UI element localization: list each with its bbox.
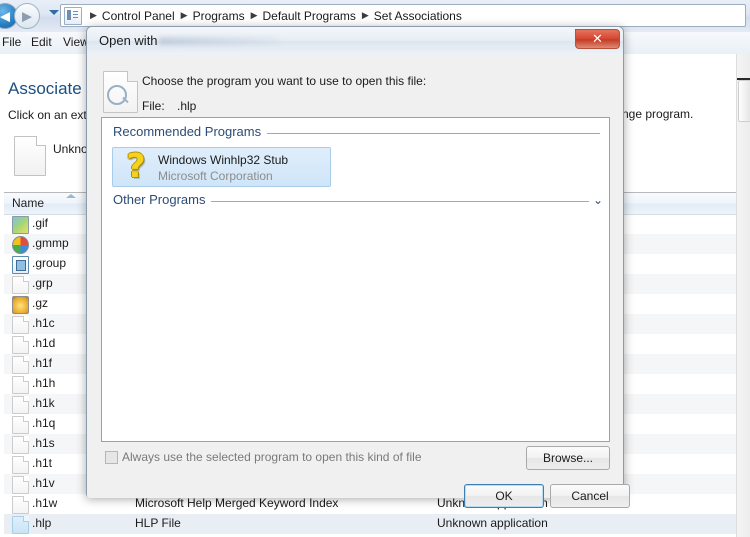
ok-button[interactable]: OK xyxy=(464,484,544,508)
menu-item-view[interactable]: View xyxy=(63,35,89,49)
control-panel-icon xyxy=(64,6,82,25)
dialog-body: Choose the program you want to use to op… xyxy=(87,55,630,508)
cell-name: .h1c xyxy=(32,316,55,330)
back-arrow-icon: ◀ xyxy=(0,8,10,24)
question-mark-help-icon: ? xyxy=(120,146,152,185)
cell-name: .h1k xyxy=(32,396,55,410)
close-icon: ✕ xyxy=(592,31,603,47)
question-mark-glyph: ? xyxy=(126,146,146,185)
generic-file-icon xyxy=(12,456,29,474)
generic-file-icon xyxy=(12,436,29,454)
breadcrumb-separator: ▶ xyxy=(180,10,188,20)
cell-name: .h1d xyxy=(32,336,56,350)
dialog-title-bar[interactable]: Open with ✕ xyxy=(87,27,623,55)
cancel-button[interactable]: Cancel xyxy=(550,484,630,508)
group-window-icon xyxy=(12,256,29,274)
breadcrumb-separator: ▶ xyxy=(361,10,369,20)
page-title: Associate a xyxy=(8,79,96,98)
generic-file-icon xyxy=(12,376,29,394)
generic-file-icon xyxy=(12,276,29,294)
screen: ◀ ▶ ▶ Control Panel ▶ Programs ▶ Default… xyxy=(0,0,750,537)
breadcrumb-item-programs[interactable]: Programs xyxy=(193,9,245,23)
cell-name: .gmmp xyxy=(32,236,69,250)
page-subtitle: Click on an exte xyxy=(8,108,94,122)
breadcrumb-item-control-panel[interactable]: Control Panel xyxy=(102,9,175,23)
group-header-recommended-programs: Recommended Programs xyxy=(102,122,609,144)
title-bar-glare xyxy=(159,37,279,45)
change-program-text: nge program. xyxy=(622,107,694,121)
generic-file-icon xyxy=(12,356,29,374)
breadcrumb-item-default-programs[interactable]: Default Programs xyxy=(263,9,356,23)
file-label: File: xyxy=(142,99,165,113)
gif-image-icon xyxy=(12,216,29,234)
vertical-scrollbar[interactable] xyxy=(736,54,750,537)
always-use-checkbox[interactable] xyxy=(105,451,118,464)
always-use-label: Always use the selected program to open … xyxy=(122,450,422,464)
cell-name: .h1q xyxy=(32,416,56,430)
cell-description: Microsoft Help Merged Keyword Index xyxy=(135,496,339,510)
group-label-recommended: Recommended Programs xyxy=(113,124,268,139)
magnifier-glyph xyxy=(107,85,127,105)
gmmp-color-icon xyxy=(12,236,29,254)
menu-item-file[interactable]: File xyxy=(2,35,21,49)
cell-current-default: Unknown application xyxy=(437,516,548,530)
forward-arrow-icon: ▶ xyxy=(22,8,32,24)
cell-name: .h1v xyxy=(32,476,55,490)
cell-name: .group xyxy=(32,256,67,270)
sort-ascending-icon xyxy=(66,194,76,198)
open-with-dialog: Open with ✕ Choose the program you want … xyxy=(86,26,630,508)
hlp-file-icon xyxy=(12,516,29,534)
table-row[interactable]: .hlp HLP File Unknown application xyxy=(4,514,740,534)
group-label-other: Other Programs xyxy=(113,192,212,207)
breadcrumb[interactable]: ▶ Control Panel ▶ Programs ▶ Default Pro… xyxy=(60,4,746,27)
program-name: Windows Winhlp32 Stub xyxy=(158,153,289,167)
cell-name: .gz xyxy=(32,296,49,310)
browse-button[interactable]: Browse... xyxy=(526,446,610,470)
breadcrumb-separator: ▶ xyxy=(90,10,97,20)
scrollbar-thumb[interactable] xyxy=(738,80,750,122)
cell-description: HLP File xyxy=(135,516,181,530)
cell-name: .gif xyxy=(32,216,49,230)
program-publisher: Microsoft Corporation xyxy=(158,169,273,183)
generic-file-icon xyxy=(12,476,29,494)
menu-item-edit[interactable]: Edit xyxy=(31,35,52,49)
generic-file-icon xyxy=(12,336,29,354)
dialog-title: Open with xyxy=(99,33,158,48)
find-file-magnifier-icon xyxy=(103,71,138,113)
generic-file-icon xyxy=(12,496,29,514)
forward-button[interactable]: ▶ xyxy=(14,3,40,29)
cell-name: .grp xyxy=(32,276,53,290)
navigation-buttons: ◀ ▶ xyxy=(0,3,58,29)
cell-name: .h1f xyxy=(32,356,53,370)
generic-file-icon xyxy=(12,396,29,414)
archive-icon xyxy=(12,296,29,314)
column-header-name[interactable]: Name xyxy=(12,196,44,210)
cell-name: .h1t xyxy=(32,456,53,470)
cell-name: .h1h xyxy=(32,376,56,390)
file-extension-value: .hlp xyxy=(177,99,197,113)
breadcrumb-separator: ▶ xyxy=(250,10,258,20)
chevron-down-icon[interactable]: ⌄ xyxy=(588,194,603,206)
current-association-file-icon xyxy=(14,136,46,176)
breadcrumb-item-set-associations[interactable]: Set Associations xyxy=(374,9,462,23)
recent-pages-chevron-icon[interactable] xyxy=(49,10,59,15)
program-list-panel: Recommended Programs ? Windows Winhlp32 … xyxy=(101,117,610,442)
generic-file-icon xyxy=(12,416,29,434)
dialog-prompt: Choose the program you want to use to op… xyxy=(142,74,427,88)
cell-name: .h1s xyxy=(32,436,55,450)
group-header-other-programs[interactable]: Other Programs ⌄ xyxy=(102,190,609,212)
generic-file-icon xyxy=(12,316,29,334)
cell-name: .hlp xyxy=(32,516,52,530)
program-item-windows-winhlp32-stub[interactable]: ? Windows Winhlp32 Stub Microsoft Corpor… xyxy=(112,147,331,187)
close-button[interactable]: ✕ xyxy=(575,29,620,49)
cell-name: .h1w xyxy=(32,496,58,510)
